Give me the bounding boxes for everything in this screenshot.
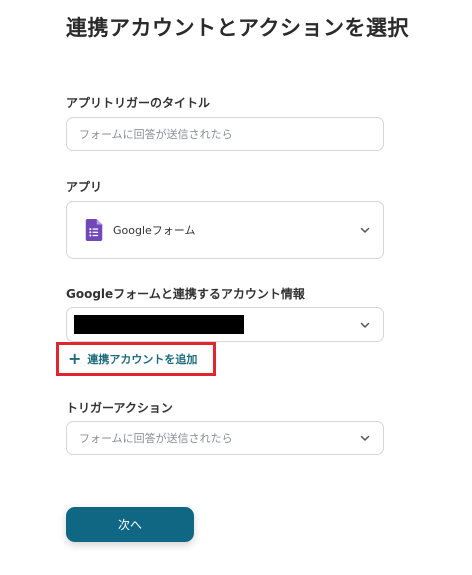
trigger-action-selected-value: フォームに回答が送信されたら [79, 432, 233, 445]
trigger-title-input[interactable] [79, 127, 371, 141]
redacted-account-name [74, 315, 244, 334]
add-account-button[interactable]: + 連携アカウントを追加 [56, 342, 216, 376]
page-title: 連携アカウントとアクションを選択 [66, 16, 409, 40]
app-select[interactable]: Googleフォーム [66, 201, 384, 259]
add-account-label: 連携アカウントを追加 [87, 353, 198, 366]
trigger-action-label: トリガーアクション [66, 401, 173, 415]
google-forms-icon [85, 219, 103, 241]
chevron-down-icon [360, 227, 370, 233]
app-selected-value: Googleフォーム [113, 224, 196, 237]
trigger-title-field[interactable] [66, 117, 384, 151]
app-label: アプリ [66, 180, 103, 194]
plus-icon: + [68, 349, 82, 368]
chevron-down-icon [360, 435, 370, 441]
trigger-action-select[interactable]: フォームに回答が送信されたら [66, 421, 384, 455]
trigger-title-label: アプリトリガーのタイトル [66, 96, 211, 110]
chevron-down-icon [360, 322, 370, 328]
account-label: Googleフォームと連携するアカウント情報 [66, 287, 305, 301]
page: 連携アカウントとアクションを選択 アプリトリガーのタイトル アプリ Google… [0, 0, 472, 575]
next-button[interactable]: 次へ [66, 507, 194, 542]
